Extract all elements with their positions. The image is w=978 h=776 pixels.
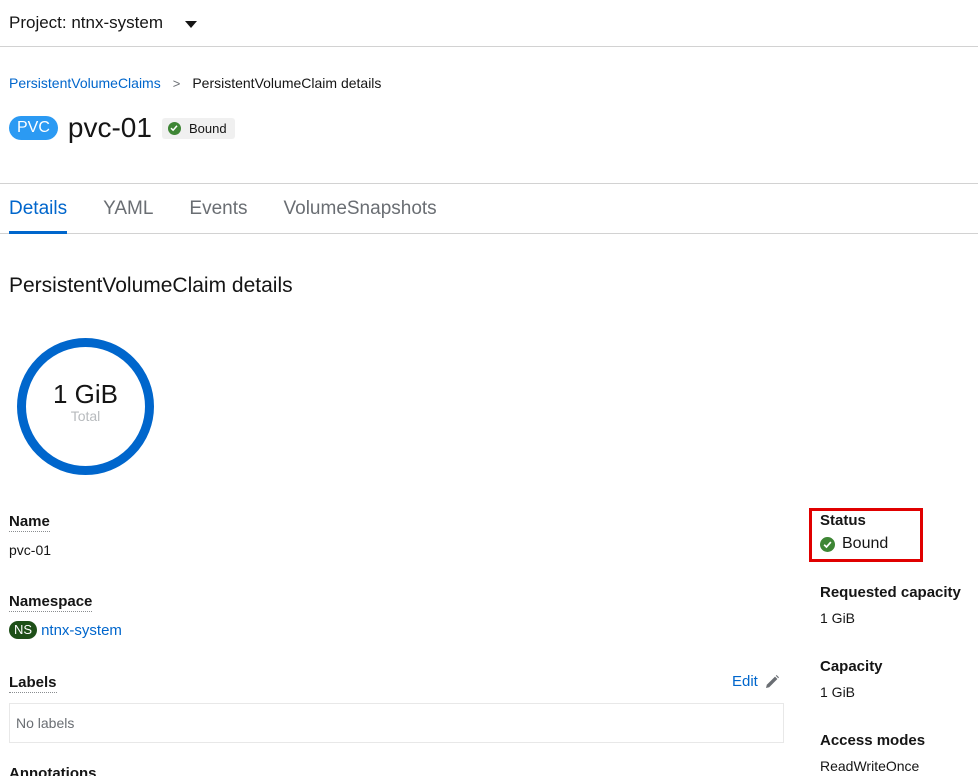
requested-capacity-label: Requested capacity <box>820 584 961 601</box>
caret-down-icon <box>185 20 197 28</box>
labels-box: No labels <box>9 703 784 743</box>
namespace-value: NS ntnx-system <box>9 621 122 639</box>
namespace-label: Namespace <box>9 593 93 612</box>
page-title: pvc-01 <box>67 112 152 143</box>
namespace-link[interactable]: ntnx-system <box>41 622 122 639</box>
breadcrumb-link-pvcs[interactable]: PersistentVolumeClaims <box>9 75 161 91</box>
tab-details[interactable]: Details <box>9 184 68 234</box>
section-title: PersistentVolumeClaim details <box>9 274 293 297</box>
donut-sublabel: Total <box>70 408 101 424</box>
name-value: pvc-01 <box>9 542 52 558</box>
capacity-label: Capacity <box>820 658 883 675</box>
resource-type-badge: PVC <box>9 116 58 140</box>
capacity-value: 1 GiB <box>820 684 856 700</box>
project-label: Project: ntnx-system <box>9 13 163 32</box>
check-circle-icon <box>167 121 181 135</box>
donut-value: 1 GiB <box>52 379 119 409</box>
project-selector[interactable]: Project: ntnx-system <box>0 0 978 47</box>
labels-empty-text: No labels <box>16 715 75 731</box>
requested-capacity-value: 1 GiB <box>820 610 856 626</box>
edit-labels-label: Edit <box>732 673 758 690</box>
breadcrumb: PersistentVolumeClaims > PersistentVolum… <box>9 75 381 91</box>
breadcrumb-current: PersistentVolumeClaim details <box>192 75 382 91</box>
edit-labels-button[interactable]: Edit <box>732 673 780 690</box>
labels-label: Labels <box>9 674 57 693</box>
tab-volumesnapshots[interactable]: VolumeSnapshots <box>284 184 437 233</box>
name-label: Name <box>9 513 50 532</box>
tab-events[interactable]: Events <box>189 184 247 233</box>
capacity-donut: 1 GiB Total <box>16 337 155 476</box>
tab-bar: Details YAML Events VolumeSnapshots <box>0 183 978 234</box>
access-modes-label: Access modes <box>820 732 926 749</box>
namespace-badge: NS <box>9 621 38 639</box>
status-badge-label: Bound <box>188 120 227 136</box>
chevron-right-icon: > <box>172 75 181 91</box>
annotations-label: Annotations <box>9 765 97 776</box>
status-badge: Bound <box>161 117 235 139</box>
pencil-icon <box>765 674 779 688</box>
access-modes-value: ReadWriteOnce <box>820 758 920 774</box>
tab-yaml[interactable]: YAML <box>103 184 153 233</box>
status-highlight-box <box>809 508 923 562</box>
page-header: PVC pvc-01 Bound <box>9 112 235 144</box>
